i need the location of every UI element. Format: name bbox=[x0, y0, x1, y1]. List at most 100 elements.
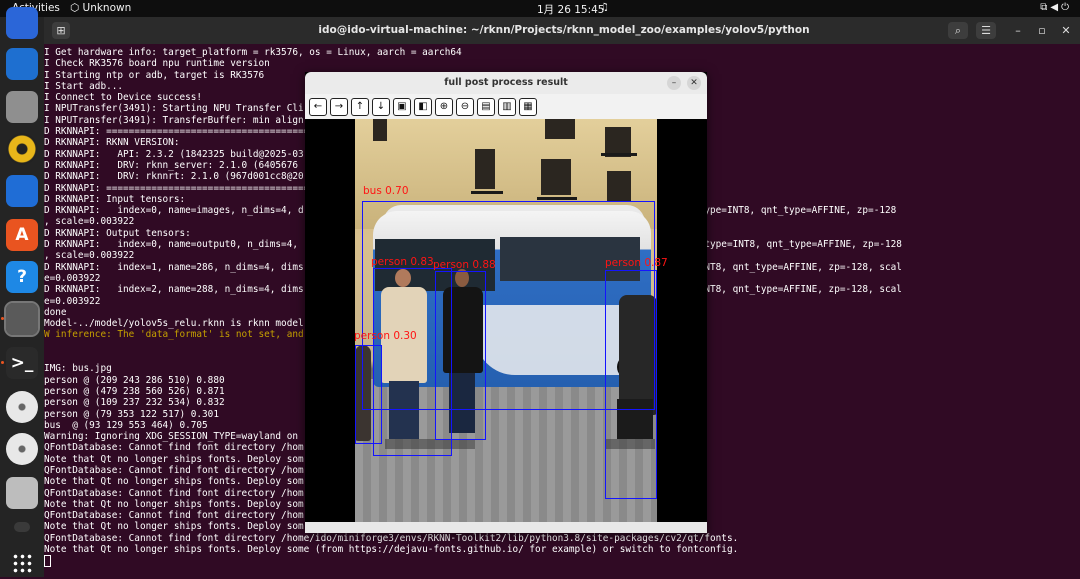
menu-button[interactable]: ☰ bbox=[976, 22, 996, 39]
arrow-down-icon: ↓ bbox=[376, 101, 386, 112]
bounding-box-person bbox=[605, 270, 657, 499]
minimize-icon: – bbox=[671, 78, 677, 88]
running-indicator bbox=[1, 361, 4, 364]
zoom-fit-icon: ▣ bbox=[397, 101, 407, 112]
expand-panel-icon: ▦ bbox=[523, 101, 533, 112]
detection-label: person 0.30 bbox=[354, 330, 417, 342]
viewer-minimize-button[interactable]: – bbox=[667, 76, 681, 90]
balcony-rail bbox=[471, 191, 503, 194]
dock-usb-drive[interactable] bbox=[14, 522, 30, 532]
libreoffice-writer-icon bbox=[6, 175, 38, 207]
detection-label: person 0.88 bbox=[433, 259, 496, 271]
arrow-up-icon: ↑ bbox=[355, 101, 365, 112]
viewer-statusbar bbox=[305, 522, 707, 533]
system-tray[interactable]: ⧉◀⏻ bbox=[1040, 2, 1072, 13]
viewer-titlebar: full post process result – ✕ bbox=[305, 72, 707, 94]
detection-label: bus 0.70 bbox=[363, 185, 409, 197]
terminal-line: QFontDatabase: Cannot find font director… bbox=[44, 532, 739, 544]
rhythmbox-icon bbox=[6, 133, 38, 165]
building-window bbox=[475, 149, 495, 189]
settings-icon bbox=[6, 303, 38, 335]
terminal-icon: >_ bbox=[10, 353, 34, 373]
viewer-title: full post process result bbox=[444, 77, 568, 88]
detection-label: person 0.87 bbox=[605, 257, 668, 269]
maximize-button[interactable]: ▫ bbox=[1032, 22, 1052, 39]
properties-button[interactable]: ▥ bbox=[498, 98, 516, 116]
arrow-right-icon: → bbox=[334, 101, 344, 112]
zoom-in-button[interactable]: ⊕ bbox=[435, 98, 453, 116]
properties-icon: ▥ bbox=[502, 101, 512, 112]
top-bar: Activities ⬡ Unknown 1月 26 15:45 ♫ ⧉◀⏻ bbox=[0, 0, 1080, 17]
new-tab-button[interactable]: ⊞ bbox=[52, 22, 70, 39]
close-icon: ✕ bbox=[690, 78, 698, 88]
image-canvas[interactable]: bus 0.70 person 0.83 person 0.88 person 0.8… bbox=[305, 119, 707, 522]
dock-settings[interactable] bbox=[4, 301, 40, 337]
dock-rhythmbox[interactable] bbox=[6, 133, 38, 165]
dock-show-apps[interactable] bbox=[6, 547, 38, 579]
building-window bbox=[373, 119, 387, 141]
dock-firefox[interactable] bbox=[6, 7, 38, 39]
dock: A? >_ bbox=[0, 7, 44, 579]
save-button[interactable]: ▤ bbox=[477, 98, 495, 116]
arrow-left-button[interactable]: ← bbox=[309, 98, 327, 116]
clock[interactable]: 1月 26 15:45 bbox=[537, 2, 604, 17]
arrow-left-icon: ← bbox=[313, 101, 323, 112]
dock-help[interactable]: ? bbox=[6, 261, 38, 293]
power-icon: ⏻ bbox=[1061, 2, 1072, 13]
zoom-in-icon: ⊕ bbox=[439, 101, 449, 112]
zoom-region-icon: ◧ bbox=[418, 101, 428, 112]
arrow-down-button[interactable]: ↓ bbox=[372, 98, 390, 116]
building-window bbox=[545, 119, 575, 139]
notification-bell-icon[interactable]: ♫ bbox=[600, 2, 609, 13]
save-drive-icon bbox=[6, 477, 38, 509]
viewer-close-button[interactable]: ✕ bbox=[687, 76, 701, 90]
files-icon bbox=[6, 91, 38, 123]
zoom-out-button[interactable]: ⊖ bbox=[456, 98, 474, 116]
arrow-up-button[interactable]: ↑ bbox=[351, 98, 369, 116]
terminal-line: Note that Qt no longer ships fonts. Depl… bbox=[44, 544, 739, 556]
building-window bbox=[541, 159, 571, 195]
thunderbird-icon bbox=[6, 48, 38, 80]
dock-files[interactable] bbox=[6, 91, 38, 123]
app-indicator[interactable]: ⬡ Unknown bbox=[70, 2, 131, 14]
new-tab-icon: ⊞ bbox=[56, 24, 66, 37]
search-button[interactable]: ⌕ bbox=[948, 22, 968, 39]
minimize-button[interactable]: – bbox=[1008, 22, 1028, 39]
network-icon: ⧉ bbox=[1040, 2, 1051, 13]
balcony-rail bbox=[601, 153, 637, 156]
viewer-toolbar: ← → ↑ ↓ ▣ ◧ ⊕ ⊖ ▤ ▥ ▦ bbox=[305, 94, 707, 119]
disc-2-icon bbox=[6, 433, 38, 465]
terminal-line: I Check RK3576 board npu runtime version bbox=[44, 58, 270, 70]
terminal-prompt[interactable] bbox=[44, 555, 1080, 568]
firefox-icon bbox=[6, 7, 38, 39]
detection-label: person 0.83 bbox=[371, 256, 434, 268]
dock-disc-1[interactable] bbox=[6, 391, 38, 423]
running-indicator bbox=[1, 317, 4, 320]
dock-app-center[interactable]: A bbox=[6, 219, 38, 251]
balcony-rail bbox=[537, 197, 577, 200]
save-icon: ▤ bbox=[481, 101, 491, 112]
close-icon: ✕ bbox=[1061, 24, 1071, 37]
disc-1-icon bbox=[6, 391, 38, 423]
app-indicator-label: Unknown bbox=[82, 2, 132, 14]
dock-libreoffice-writer[interactable] bbox=[6, 175, 38, 207]
text-cursor bbox=[44, 555, 51, 568]
close-button[interactable]: ✕ bbox=[1056, 22, 1076, 39]
search-icon: ⌕ bbox=[954, 24, 962, 37]
dock-disc-2[interactable] bbox=[6, 433, 38, 465]
bounding-box-person bbox=[435, 271, 486, 440]
terminal-line: I Get hardware info: target_platform = r… bbox=[44, 47, 462, 58]
bounding-box-person bbox=[355, 345, 382, 444]
expand-panel-button[interactable]: ▦ bbox=[519, 98, 537, 116]
grid-dots-icon bbox=[12, 553, 32, 573]
terminal-title: ido@ido-virtual-machine: ~/rknn/Projects… bbox=[318, 24, 810, 36]
dock-save-drive[interactable] bbox=[6, 477, 38, 509]
zoom-fit-button[interactable]: ▣ bbox=[393, 98, 411, 116]
maximize-icon: ▫ bbox=[1038, 24, 1046, 37]
help-icon: ? bbox=[17, 267, 27, 287]
arrow-right-button[interactable]: → bbox=[330, 98, 348, 116]
image-viewer-window[interactable]: full post process result – ✕ ← → ↑ ↓ ▣ ◧ ⊕ ⊖ ▤ ▥ ▦ bbox=[305, 72, 707, 533]
zoom-region-button[interactable]: ◧ bbox=[414, 98, 432, 116]
dock-terminal[interactable]: >_ bbox=[6, 347, 38, 379]
dock-thunderbird[interactable] bbox=[6, 48, 38, 80]
